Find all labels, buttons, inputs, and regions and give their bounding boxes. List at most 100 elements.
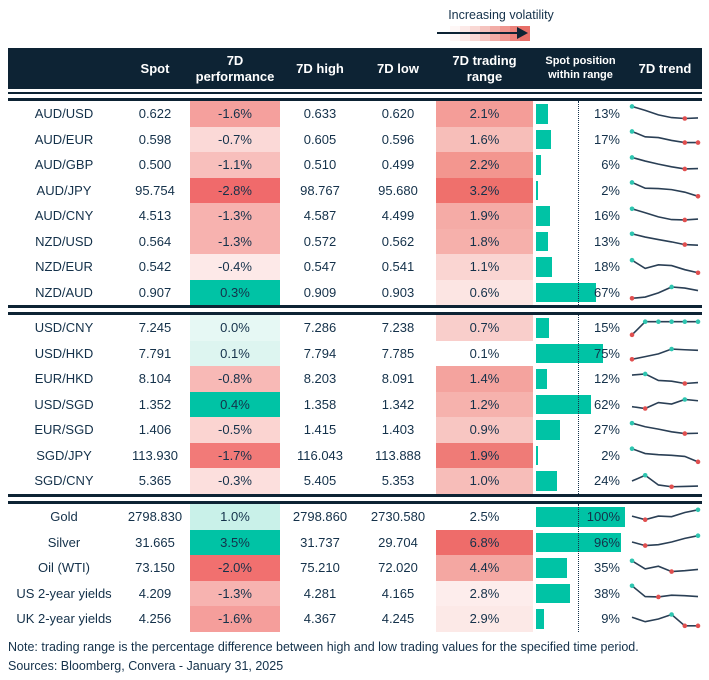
table-row: SGD/CNY 5.365 -0.3% 5.405 5.353 1.0% 24% (8, 468, 702, 494)
header-underline (8, 92, 702, 94)
high-point-dot (629, 446, 635, 452)
spot-value: 95.754 (135, 182, 175, 198)
column-header-low: 7D low (377, 60, 419, 76)
position-bar-cell: 35% (533, 555, 628, 581)
performance-cell: -0.7% (190, 126, 280, 152)
low-value: 113.888 (374, 447, 422, 463)
performance-cell: 0.0% (190, 315, 280, 341)
table-row: USD/SGD 1.352 0.4% 1.358 1.342 1.2% 62% (8, 391, 702, 417)
volatility-table-canvas: Increasing volatility Spot 7D performance… (0, 0, 709, 680)
low-point-dot (695, 194, 701, 199)
column-header-spot: Spot (140, 60, 170, 76)
low-point-dot (682, 115, 688, 121)
performance-cell: -1.7% (190, 442, 280, 468)
table-row: AUD/JPY 95.754 -2.8% 98.767 95.680 3.2% 2% (8, 177, 702, 204)
range-midpoint-dotted-line (578, 504, 579, 632)
high-point-dot (629, 257, 635, 263)
table-row: Oil (WTI) 73.150 -2.0% 75.210 72.020 4.4% 35% (8, 555, 702, 581)
row-label: NZD/AUD (35, 284, 93, 300)
row-label: AUD/EUR (34, 131, 94, 147)
low-point-dot (642, 517, 648, 522)
table-row: EUR/HKD 8.104 -0.8% 8.203 8.091 1.4% 12% (8, 366, 702, 392)
low-point-dot (656, 594, 661, 600)
position-bar-cell: 16% (533, 203, 628, 229)
spot-value: 0.564 (138, 233, 172, 249)
range-cell: 1.9% (436, 203, 533, 229)
low-point-dot (642, 543, 648, 549)
table-row: NZD/EUR 0.542 -0.4% 0.547 0.541 1.1% 18% (8, 254, 702, 280)
row-label: NZD/USD (35, 233, 93, 249)
position-bar-cell: 2% (533, 178, 628, 204)
trend-sparkline (631, 472, 699, 489)
high-value: 1.358 (303, 396, 337, 412)
position-bar-cell: 9% (533, 606, 628, 632)
spot-value: 0.542 (138, 259, 172, 275)
position-bar-cell: 13% (533, 229, 628, 255)
low-value: 0.596 (381, 131, 415, 147)
spot-value: 4.209 (138, 585, 172, 601)
trend-cell (628, 229, 702, 255)
low-value: 2730.580 (370, 509, 426, 525)
low-value: 7.238 (381, 320, 415, 336)
trend-cell (628, 315, 702, 341)
high-value: 75.210 (300, 560, 340, 576)
position-percent-label: 96% (593, 534, 620, 550)
high-value: 4.281 (303, 585, 337, 601)
position-bar-cell: 15% (533, 315, 628, 341)
spot-value: 2798.830 (127, 509, 183, 525)
trend-sparkline (629, 154, 699, 172)
high-point-dot (629, 129, 635, 134)
trend-sparkline (629, 206, 699, 223)
position-bar (536, 318, 550, 338)
low-value: 0.541 (381, 259, 415, 275)
trend-sparkline (629, 420, 699, 436)
column-header-high: 7D high (296, 60, 344, 76)
low-value: 0.499 (381, 157, 415, 173)
row-label: AUD/GBP (34, 157, 94, 173)
high-point-dot (669, 346, 674, 352)
high-value: 8.203 (303, 371, 337, 387)
trend-sparkline (631, 533, 701, 549)
position-percent-label: 9% (601, 611, 620, 627)
trend-sparkline (629, 257, 701, 275)
position-bar (536, 155, 542, 175)
range-midpoint-dotted-line (578, 315, 579, 494)
range-cell: 1.6% (436, 126, 533, 152)
trend-sparkline (629, 319, 701, 337)
range-cell: 2.1% (436, 101, 533, 127)
position-bar (536, 129, 552, 149)
high-point-dot (695, 319, 701, 324)
table-row: USD/HKD 7.791 0.1% 7.794 7.785 0.1% 75% (8, 340, 702, 367)
low-value: 0.620 (381, 106, 415, 122)
low-point-dot (695, 459, 701, 465)
row-label: NZD/EUR (35, 259, 93, 275)
table-row: AUD/USD 0.622 -1.6% 0.633 0.620 2.1% 13% (8, 101, 702, 127)
table-row: Silver 31.665 3.5% 31.737 29.704 6.8% 96% (8, 529, 702, 555)
trend-sparkline (631, 611, 701, 628)
spot-value: 73.150 (135, 560, 175, 576)
range-cell: 0.7% (436, 315, 533, 341)
performance-cell: -1.1% (190, 152, 280, 178)
range-cell: 1.0% (436, 468, 533, 494)
range-cell: 2.9% (436, 606, 533, 632)
low-point-dot (629, 296, 635, 301)
table-row: AUD/GBP 0.500 -1.1% 0.510 0.499 2.2% 6% (8, 152, 702, 178)
trend-cell (628, 341, 702, 367)
high-point-dot (695, 507, 701, 512)
trend-cell (628, 468, 702, 494)
range-cell: 1.8% (436, 228, 533, 254)
low-value: 4.165 (381, 585, 415, 601)
trend-sparkline (629, 558, 699, 574)
trend-sparkline (631, 397, 699, 412)
position-bar-cell: 6% (533, 152, 628, 178)
high-value: 31.737 (300, 534, 340, 550)
volatility-arrow-line (437, 32, 519, 34)
position-bar-cell: 100% (533, 504, 628, 530)
sources-line: Sources: Bloomberg, Convera - January 31… (8, 659, 284, 673)
row-label: SGD/CNY (34, 473, 94, 489)
position-bar (536, 558, 568, 578)
column-header-range: 7D trading range (452, 52, 517, 84)
row-label: EUR/HKD (34, 371, 94, 387)
row-label: AUD/CNY (34, 208, 94, 224)
high-point-dot (629, 103, 635, 109)
